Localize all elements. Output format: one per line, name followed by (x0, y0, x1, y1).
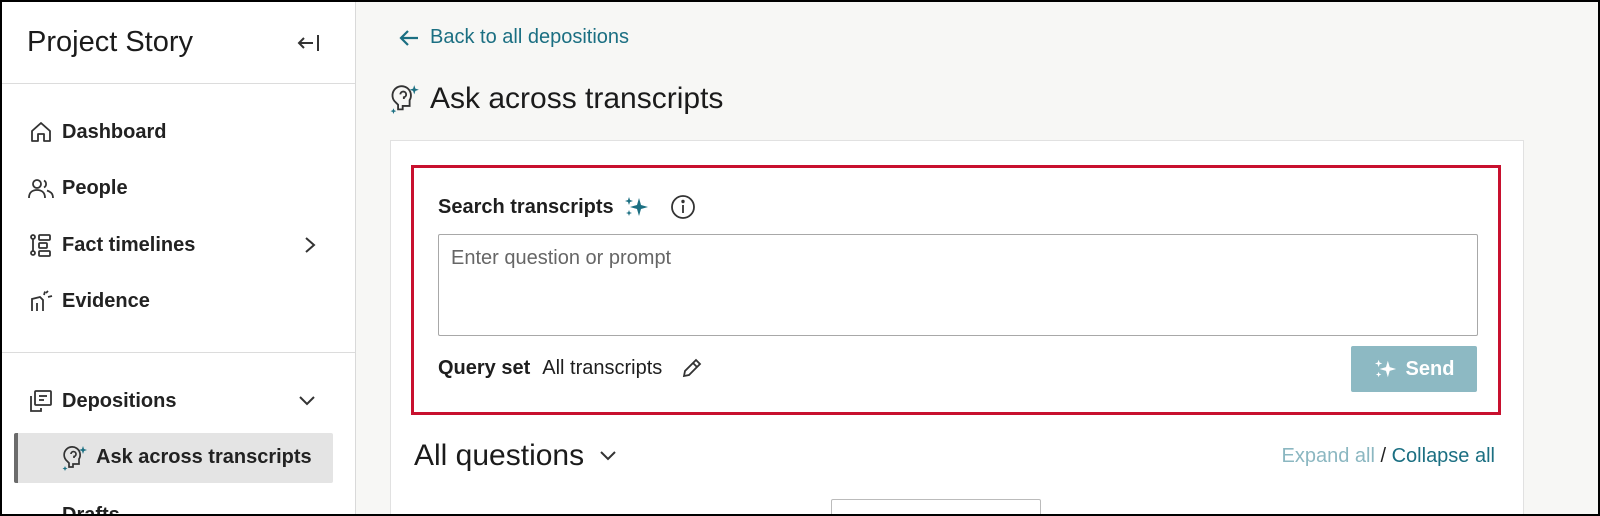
sidebar-item-label: People (62, 177, 128, 200)
sidebar-item-evidence[interactable]: Evidence (2, 274, 355, 331)
timeline-icon (28, 232, 54, 258)
page-title-text: Ask across transcripts (430, 82, 724, 115)
info-icon[interactable] (670, 194, 696, 220)
chevron-down-icon (600, 451, 616, 461)
evidence-icon (28, 289, 54, 315)
sidebar: Project Story Dashboard People Fact time… (2, 2, 356, 514)
sidebar-item-label: Fact timelines (62, 233, 196, 256)
send-button[interactable]: Send (1351, 346, 1477, 392)
sparkle-icon (1374, 359, 1396, 378)
sidebar-item-people[interactable]: People (2, 161, 355, 218)
query-set-row: Query set All transcripts (438, 356, 704, 380)
ai-question-icon (390, 85, 419, 114)
expand-all-link[interactable]: Expand all (1282, 445, 1375, 467)
query-set-value: All transcripts (542, 356, 663, 379)
search-transcripts-heading: Search transcripts (438, 194, 696, 220)
all-questions-title: All questions (414, 439, 585, 472)
app-window: Project Story Dashboard People Fact time… (2, 2, 1598, 514)
search-transcripts-panel: Search transcripts Query set All transcr… (411, 165, 1501, 415)
sidebar-item-dashboard[interactable]: Dashboard (2, 104, 355, 161)
question-filter-box[interactable] (831, 499, 1041, 514)
depositions-icon (28, 388, 54, 414)
chevron-right-icon (303, 235, 317, 255)
pencil-edit-icon[interactable] (680, 356, 704, 380)
collapse-all-link[interactable]: Collapse all (1392, 445, 1495, 467)
collapse-left-icon (297, 34, 319, 51)
main-content: Back to all depositions Ask across trans… (356, 2, 1598, 514)
chevron-down-icon (297, 394, 317, 408)
back-to-depositions-link[interactable]: Back to all depositions (398, 26, 629, 49)
nav-main: Dashboard People Fact timelines Evidence (2, 84, 355, 330)
sidebar-item-label: Dashboard (62, 120, 167, 143)
ask-card: Search transcripts Query set All transcr… (390, 140, 1524, 514)
question-prompt-input[interactable] (438, 234, 1478, 336)
sidebar-item-label: Evidence (62, 290, 150, 313)
ai-question-icon (62, 445, 88, 471)
people-icon (28, 176, 54, 202)
expand-collapse-controls: Expand all / Collapse all (1282, 445, 1495, 468)
sidebar-item-fact-timelines[interactable]: Fact timelines (2, 217, 355, 274)
sparkle-icon (624, 197, 648, 216)
send-button-label: Send (1405, 357, 1455, 380)
back-link-label: Back to all depositions (430, 26, 630, 48)
nav-depositions: Depositions Ask across transcripts (2, 353, 355, 483)
project-title: Project Story (27, 26, 193, 58)
page-title: Ask across transcripts (390, 82, 723, 116)
sidebar-item-depositions[interactable]: Depositions (2, 373, 355, 430)
sidebar-item-label: Ask across transcripts (96, 446, 312, 468)
home-icon (28, 119, 54, 145)
sidebar-item-label: Drafts (62, 504, 120, 514)
collapse-sidebar-button[interactable] (295, 33, 321, 53)
all-questions-dropdown[interactable]: All questions (414, 439, 618, 473)
separator: / (1380, 445, 1387, 467)
arrow-left-icon (399, 29, 418, 46)
query-set-label: Query set (438, 356, 531, 379)
search-label-text: Search transcripts (438, 195, 614, 218)
sidebar-header: Project Story (2, 2, 355, 84)
sidebar-item-ask-across-transcripts[interactable]: Ask across transcripts (14, 432, 333, 483)
sidebar-item-drafts[interactable]: Drafts (28, 504, 120, 514)
sidebar-item-label: Depositions (62, 389, 177, 412)
